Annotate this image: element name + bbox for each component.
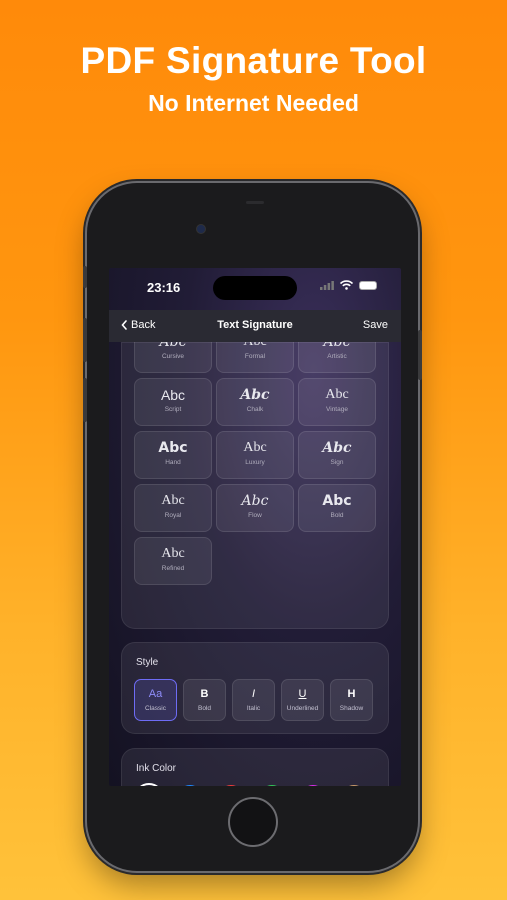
ink-swatch-red[interactable] <box>218 785 244 786</box>
earpiece-speaker <box>246 201 264 204</box>
style-option-label: Classic <box>145 705 166 712</box>
battery-icon <box>359 280 377 290</box>
font-option-flow[interactable]: Abc Flow <box>216 484 294 532</box>
font-grid-panel: AbcCursiveAbcFormalAbcArtisticAbcScriptA… <box>121 325 389 629</box>
front-camera <box>196 224 206 234</box>
font-name: Vintage <box>326 406 348 413</box>
font-name: Formal <box>244 353 266 360</box>
cellular-signal-icon <box>320 280 334 290</box>
style-option-label: Italic <box>246 705 261 712</box>
nav-title: Text Signature <box>217 319 293 331</box>
font-sample: Abc <box>325 387 349 402</box>
font-sample: Abc <box>161 493 185 508</box>
font-name: Script <box>164 406 182 413</box>
style-glyph: Aa <box>148 688 163 700</box>
home-button <box>228 797 278 847</box>
font-option-refined[interactable]: Abc Refined <box>134 537 212 585</box>
font-name: Bold <box>330 512 344 519</box>
font-sample: Abc <box>161 546 185 561</box>
font-sample: Abc <box>240 387 270 403</box>
font-name: Hand <box>165 459 181 466</box>
wifi-icon <box>340 280 353 290</box>
style-panel: Style Aa Classic B Bold I Italic U Underlined H S… <box>121 642 389 734</box>
style-glyph: H <box>347 688 356 700</box>
font-option-sign[interactable]: Abc Sign <box>298 431 376 479</box>
font-name: Chalk <box>246 406 264 413</box>
style-option-shadow[interactable]: H Shadow <box>330 679 373 721</box>
font-option-luxury[interactable]: Abc Luxury <box>216 431 294 479</box>
status-icons <box>320 280 377 290</box>
font-name: Artistic <box>327 353 347 360</box>
style-option-italic[interactable]: I Italic <box>232 679 275 721</box>
font-name: Sign <box>330 459 344 466</box>
style-option-label: Bold <box>197 705 211 712</box>
font-option-chalk[interactable]: Abc Chalk <box>216 378 294 426</box>
font-name: Refined <box>161 565 185 572</box>
font-sample: Abc <box>160 387 186 403</box>
ink-swatch-green[interactable] <box>259 785 285 786</box>
font-option-vintage[interactable]: Abc Vintage <box>298 378 376 426</box>
promo-title: PDF Signature Tool <box>80 40 427 81</box>
style-label: Style <box>136 657 159 668</box>
ink-swatch-magenta[interactable] <box>300 785 326 786</box>
font-sample: Abc <box>322 440 352 456</box>
style-option-label: Shadow <box>339 705 364 712</box>
font-sample: Abc <box>241 493 269 509</box>
promo-subtitle: No Internet Needed <box>148 90 359 116</box>
style-option-classic[interactable]: Aa Classic <box>134 679 177 721</box>
style-glyph: I <box>251 688 256 700</box>
style-option-bold[interactable]: B Bold <box>183 679 226 721</box>
ink-swatch-blue[interactable] <box>177 785 203 786</box>
font-option-royal[interactable]: Abc Royal <box>134 484 212 532</box>
font-name: Royal <box>164 512 182 519</box>
mute-switch <box>83 266 87 288</box>
font-name: Cursive <box>161 353 185 360</box>
save-button[interactable]: Save <box>363 319 388 331</box>
navigation-bar: Back Text Signature Save <box>109 310 401 342</box>
style-glyph: U <box>298 688 307 700</box>
app-screen: 23:16 AbcCursiveAbcFormalAbcArtisticAbcS… <box>109 268 401 786</box>
style-glyph: B <box>200 688 209 700</box>
ink-swatch-black[interactable] <box>136 785 162 786</box>
power-button <box>418 330 422 380</box>
font-option-hand[interactable]: Abc Hand <box>134 431 212 479</box>
ink-color-label: Ink Color <box>136 763 177 774</box>
style-option-underlined[interactable]: U Underlined <box>281 679 324 721</box>
font-sample: Abc <box>322 493 352 509</box>
font-sample: Abc <box>243 440 267 455</box>
ink-color-panel: Ink Color <box>121 748 389 786</box>
ink-swatch-tan[interactable] <box>341 785 367 786</box>
style-option-label: Underlined <box>286 705 319 712</box>
font-option-script[interactable]: Abc Script <box>134 378 212 426</box>
volume-up-button <box>83 318 87 362</box>
font-name: Flow <box>248 512 262 519</box>
volume-down-button <box>83 378 87 422</box>
content-area[interactable]: AbcCursiveAbcFormalAbcArtisticAbcScriptA… <box>109 292 401 786</box>
font-sample: Abc <box>158 440 188 456</box>
font-name: Luxury <box>245 459 265 466</box>
font-option-bold[interactable]: Abc Bold <box>298 484 376 532</box>
